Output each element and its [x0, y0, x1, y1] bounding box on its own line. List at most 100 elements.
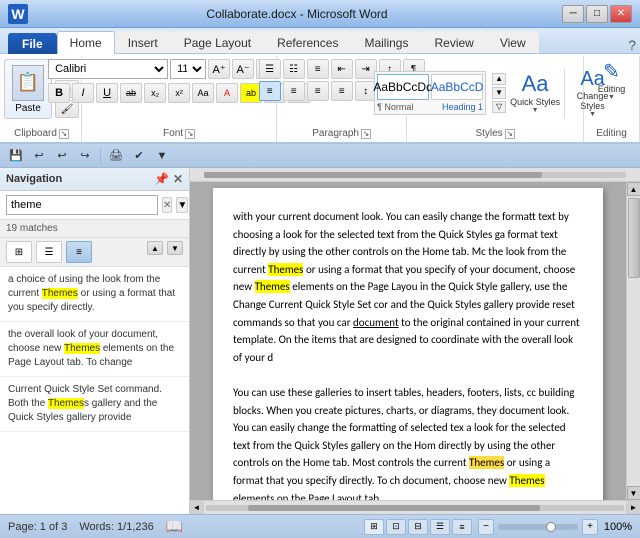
nav-tab-headings[interactable]: ☰ [36, 241, 62, 263]
spellcheck-icon[interactable]: 📖 [166, 518, 183, 535]
minimize-button[interactable]: ─ [562, 5, 584, 23]
tab-mailings[interactable]: Mailings [351, 31, 421, 53]
h-scroll-left-button[interactable]: ◄ [190, 501, 204, 515]
numbered-list-button[interactable]: ☷ [283, 59, 305, 79]
help-icon[interactable]: ? [628, 37, 636, 53]
h-scroll-thumb-bottom[interactable] [248, 505, 541, 511]
bullet-list-button[interactable]: ☰ [259, 59, 281, 79]
bold-button[interactable]: B [48, 83, 70, 103]
tab-review[interactable]: Review [421, 31, 486, 53]
close-button[interactable]: ✕ [610, 5, 632, 23]
qa-separator [100, 148, 101, 164]
align-center-button[interactable]: ≡ [283, 81, 305, 101]
document-scroll-area[interactable]: with your current document look. You can… [190, 182, 626, 500]
zoom-thumb[interactable] [546, 522, 556, 532]
tab-file[interactable]: File [8, 33, 57, 54]
print-qa-button[interactable]: 🖨 [106, 147, 126, 165]
normal-style-button[interactable]: AaBbCcDd [377, 74, 429, 100]
font-expand[interactable]: ↘ [185, 129, 195, 139]
zoom-level[interactable]: 100% [602, 521, 632, 533]
title-bar: W Collaborate.docx - Microsoft Word ─ □ … [0, 0, 640, 28]
nav-close-button[interactable]: ✕ [173, 172, 183, 186]
editing-button[interactable]: ✎ Editing ▼ [598, 59, 626, 101]
font-name-select[interactable]: Calibri [48, 59, 168, 79]
zoom-slider[interactable] [498, 524, 578, 530]
align-right-button[interactable]: ≡ [307, 81, 329, 101]
status-right: ⊞ ⊡ ⊟ ☰ ≡ − + 100% [364, 519, 632, 535]
shrink-font-button[interactable]: A⁻ [232, 59, 254, 79]
nav-result-item[interactable]: a choice of using the look from the curr… [0, 267, 189, 322]
tab-home[interactable]: Home [57, 31, 115, 54]
paragraph-expand[interactable]: ↘ [361, 129, 371, 139]
h-scroll-right-button[interactable]: ► [626, 501, 640, 515]
styles-gallery-button[interactable]: ▽ [492, 101, 506, 113]
italic-button[interactable]: I [72, 83, 94, 103]
nav-result-item[interactable]: Current Quick Style Set command. Both th… [0, 377, 189, 432]
spellcheck-qa-button[interactable]: ✔ [129, 147, 149, 165]
nav-result-item[interactable]: the overall look of your document, choos… [0, 322, 189, 377]
nav-results-list: a choice of using the look from the curr… [0, 267, 189, 514]
grow-font-button[interactable]: A⁺ [208, 59, 230, 79]
styles-expand[interactable]: ↘ [505, 129, 515, 139]
doc-paragraph-1: with your current document look. You can… [233, 208, 583, 366]
view-fullscreen-button[interactable]: ⊡ [386, 519, 406, 535]
nav-search-clear-button[interactable]: ✕ [162, 197, 172, 213]
tab-page-layout[interactable]: Page Layout [171, 31, 264, 53]
nav-up-button[interactable]: ▲ [147, 241, 163, 255]
styles-scroll-down[interactable]: ▼ [492, 87, 506, 99]
paste-button[interactable]: 📋 Paste [4, 59, 52, 119]
tab-references[interactable]: References [264, 31, 351, 53]
heading1-style-button[interactable]: AaBbCcD [431, 74, 483, 100]
save-qa-button[interactable]: 💾 [6, 147, 26, 165]
multilevel-list-button[interactable]: ≡ [307, 59, 329, 79]
subscript-button[interactable]: x₂ [144, 83, 166, 103]
underline-button[interactable]: U [96, 83, 118, 103]
doc-v-scrollbar[interactable]: ▲ ▼ [626, 182, 640, 500]
doc-h-scrollbar-top [190, 168, 640, 182]
scroll-up-button[interactable]: ▲ [627, 182, 640, 196]
nav-search-options-button[interactable]: ▼ [176, 197, 188, 213]
nav-search-input[interactable] [6, 195, 158, 215]
zoom-in-button[interactable]: + [582, 519, 598, 535]
editing-group: ✎ Editing ▼ Editing [584, 56, 640, 142]
view-web-button[interactable]: ⊟ [408, 519, 428, 535]
quick-styles-button[interactable]: Aa Quick Styles ▼ [510, 71, 560, 114]
undo-qa-button[interactable]: ↩ [29, 147, 49, 165]
view-print-button[interactable]: ⊞ [364, 519, 384, 535]
redo-qa-button[interactable]: ↪ [75, 147, 95, 165]
decrease-indent-button[interactable]: ⇤ [331, 59, 353, 79]
zoom-out-button[interactable]: − [478, 519, 494, 535]
zoom-control: − + 100% [478, 519, 632, 535]
h-scroll-track-bottom[interactable] [206, 505, 624, 511]
font-size-select[interactable]: 11 [170, 59, 206, 79]
scroll-down-button[interactable]: ▼ [627, 486, 640, 500]
view-outline-button[interactable]: ☰ [430, 519, 450, 535]
h-scroll-track[interactable] [204, 172, 626, 178]
nav-pin-icon[interactable]: 📌 [154, 172, 169, 186]
doc-h-scrollbar-bottom[interactable]: ◄ ► [190, 500, 640, 514]
justify-button[interactable]: ≡ [331, 81, 353, 101]
styles-scroll-up[interactable]: ▲ [492, 73, 506, 85]
title-text: Collaborate.docx - Microsoft Word [32, 7, 562, 21]
qa-more-button[interactable]: ▼ [152, 147, 172, 165]
main-area: Navigation 📌 ✕ ✕ ▼ 19 matches ⊞ ☰ ≡ ▲ ▼ … [0, 168, 640, 514]
font-color-button[interactable]: A [216, 83, 238, 103]
h-scroll-thumb[interactable] [204, 172, 542, 178]
doc-paragraph-2: You can use these galleries to insert ta… [233, 384, 583, 500]
strikethrough-button[interactable]: ab [120, 83, 142, 103]
tab-view[interactable]: View [487, 31, 539, 53]
clipboard-expand[interactable]: ↘ [59, 129, 69, 139]
nav-down-button[interactable]: ▼ [167, 241, 183, 255]
view-draft-button[interactable]: ≡ [452, 519, 472, 535]
paste-label: Paste [15, 103, 41, 114]
undo2-qa-button[interactable]: ↩ [52, 147, 72, 165]
tab-insert[interactable]: Insert [115, 31, 171, 53]
maximize-button[interactable]: □ [586, 5, 608, 23]
superscript-button[interactable]: x² [168, 83, 190, 103]
nav-tab-pages[interactable]: ⊞ [6, 241, 32, 263]
scroll-thumb[interactable] [628, 198, 640, 278]
align-left-button[interactable]: ≡ [259, 81, 281, 101]
paste-icon: 📋 [12, 65, 44, 101]
change-case-button[interactable]: Aa [192, 83, 214, 103]
nav-tab-results[interactable]: ≡ [66, 241, 92, 263]
